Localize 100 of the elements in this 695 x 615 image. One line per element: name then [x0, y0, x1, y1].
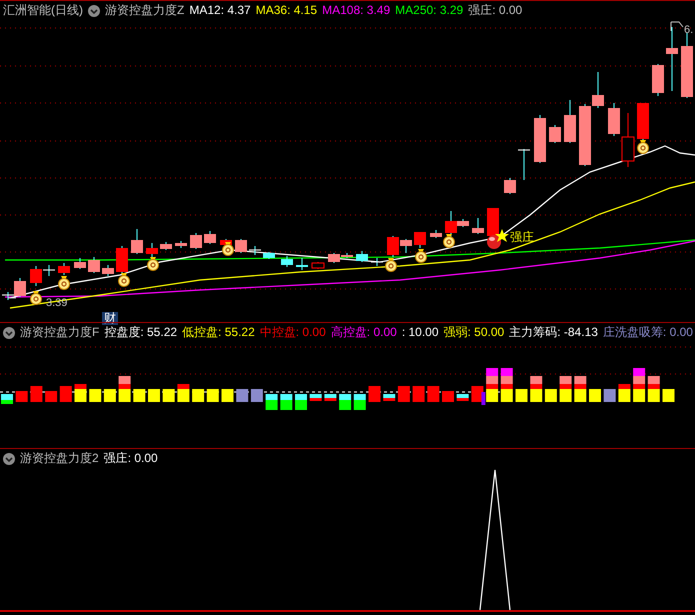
indicator-name: 游资控盘力度2	[20, 450, 99, 467]
candlestick	[681, 32, 693, 98]
histogram-bar	[104, 389, 116, 402]
legend-value: 强庄: 0.00	[104, 450, 158, 467]
histogram-bar	[354, 394, 366, 410]
candlestick	[549, 124, 561, 144]
histogram-bar	[398, 386, 410, 402]
histogram-bar	[442, 391, 454, 402]
money-bag-icon	[30, 291, 42, 305]
histogram-bar	[60, 386, 72, 402]
candlestick	[637, 102, 649, 142]
histogram-bar	[192, 389, 204, 402]
histogram-bar	[368, 386, 380, 402]
histogram-bar	[250, 389, 263, 402]
histogram-bar	[222, 389, 234, 402]
candlestick	[160, 242, 172, 250]
money-bag-icon	[58, 276, 70, 290]
candlestick	[58, 262, 70, 276]
histogram-bar	[427, 386, 440, 402]
money-bag-icon	[637, 140, 649, 154]
candlestick	[414, 232, 426, 248]
histogram-bar	[295, 394, 307, 410]
histogram-bar	[339, 394, 352, 410]
histogram-bar	[30, 386, 42, 402]
candlestick	[102, 264, 114, 276]
candlestick	[534, 114, 546, 164]
candlestick	[666, 26, 678, 92]
candlestick	[88, 256, 100, 274]
legend-value: 庄洗盘吸筹: 0.00	[602, 324, 693, 341]
candlestick	[281, 256, 293, 268]
candlestick	[116, 246, 128, 274]
histogram-bar	[310, 394, 322, 401]
histogram-bar	[618, 384, 630, 402]
candlestick	[131, 228, 143, 254]
histogram-bar	[236, 389, 248, 402]
legend-value: 低控盘: 55.22	[182, 324, 255, 341]
money-bag-icon	[118, 273, 130, 287]
candlestick	[370, 258, 384, 266]
legend-value: MA12: 4.37	[189, 2, 251, 19]
legend-value: 强弱: 50.00	[444, 324, 504, 341]
legend-value: MA36: 4.15	[256, 2, 318, 19]
money-bag-icon	[415, 249, 427, 263]
candlestick	[263, 252, 275, 260]
histogram-bar	[1, 394, 13, 404]
histogram-bar	[530, 376, 542, 402]
candlestick	[487, 208, 499, 238]
histogram-bar	[383, 394, 396, 401]
candlestick	[248, 246, 262, 256]
candlestick	[608, 102, 620, 136]
legend-value: MA108: 3.49	[322, 2, 390, 19]
candlestick	[296, 258, 308, 270]
high-price-label: 6.	[684, 24, 694, 36]
histogram-bar	[574, 376, 586, 402]
histogram-bar	[560, 376, 572, 402]
histogram-bar	[266, 394, 278, 410]
candlestick	[312, 262, 324, 270]
leader-line	[670, 22, 684, 32]
candlestick	[504, 178, 516, 194]
dropdown-chevron-icon[interactable]	[88, 4, 100, 16]
money-bag-icon	[385, 258, 397, 272]
candlestick	[430, 230, 442, 238]
candlestick	[190, 232, 202, 250]
dropdown-chevron-icon[interactable]	[3, 452, 15, 464]
candlestick	[146, 242, 158, 258]
histogram-bar	[633, 368, 646, 402]
candlestick	[74, 258, 86, 270]
histogram-bar	[412, 386, 425, 402]
legend-value: 控盘度: 55.22	[104, 324, 178, 341]
histogram-bar	[648, 376, 660, 402]
money-bag-icon	[222, 242, 234, 256]
histogram-bar	[133, 389, 146, 402]
candlestick	[356, 250, 368, 262]
histogram-bar	[544, 389, 557, 402]
histogram-bar	[456, 394, 469, 401]
candlestick	[235, 238, 247, 254]
stock-title: 汇洲智能(日线)	[3, 2, 83, 19]
histogram-bar	[500, 368, 513, 402]
legend-value: MA250: 3.29	[395, 2, 464, 19]
indicator-name: 游资控盘力度Z	[105, 2, 184, 19]
histogram-bar	[148, 389, 160, 402]
histogram-bar	[604, 389, 616, 402]
money-bag-icon	[147, 257, 159, 271]
candlestick	[472, 218, 484, 234]
candlestick	[518, 148, 530, 180]
dropdown-chevron-icon[interactable]	[3, 326, 15, 338]
histogram-bar	[516, 389, 528, 402]
histogram-bar	[89, 389, 102, 402]
candlestick	[204, 230, 216, 244]
indicator-name: 游资控盘力度F	[20, 324, 100, 341]
candlestick	[622, 112, 634, 168]
legend-value: 高控盘: 0.00	[330, 324, 397, 341]
legend-value: : 10.00	[402, 324, 439, 341]
star-icon	[495, 229, 509, 242]
histogram-bar	[118, 376, 131, 402]
money-bag-icon	[443, 234, 455, 248]
histogram-bar	[324, 394, 336, 401]
candlestick	[175, 240, 187, 248]
histogram-bar	[162, 389, 175, 402]
legend-value: 中控盘: 0.00	[260, 324, 326, 341]
legend-value: 强庄: 0.00	[468, 2, 522, 19]
